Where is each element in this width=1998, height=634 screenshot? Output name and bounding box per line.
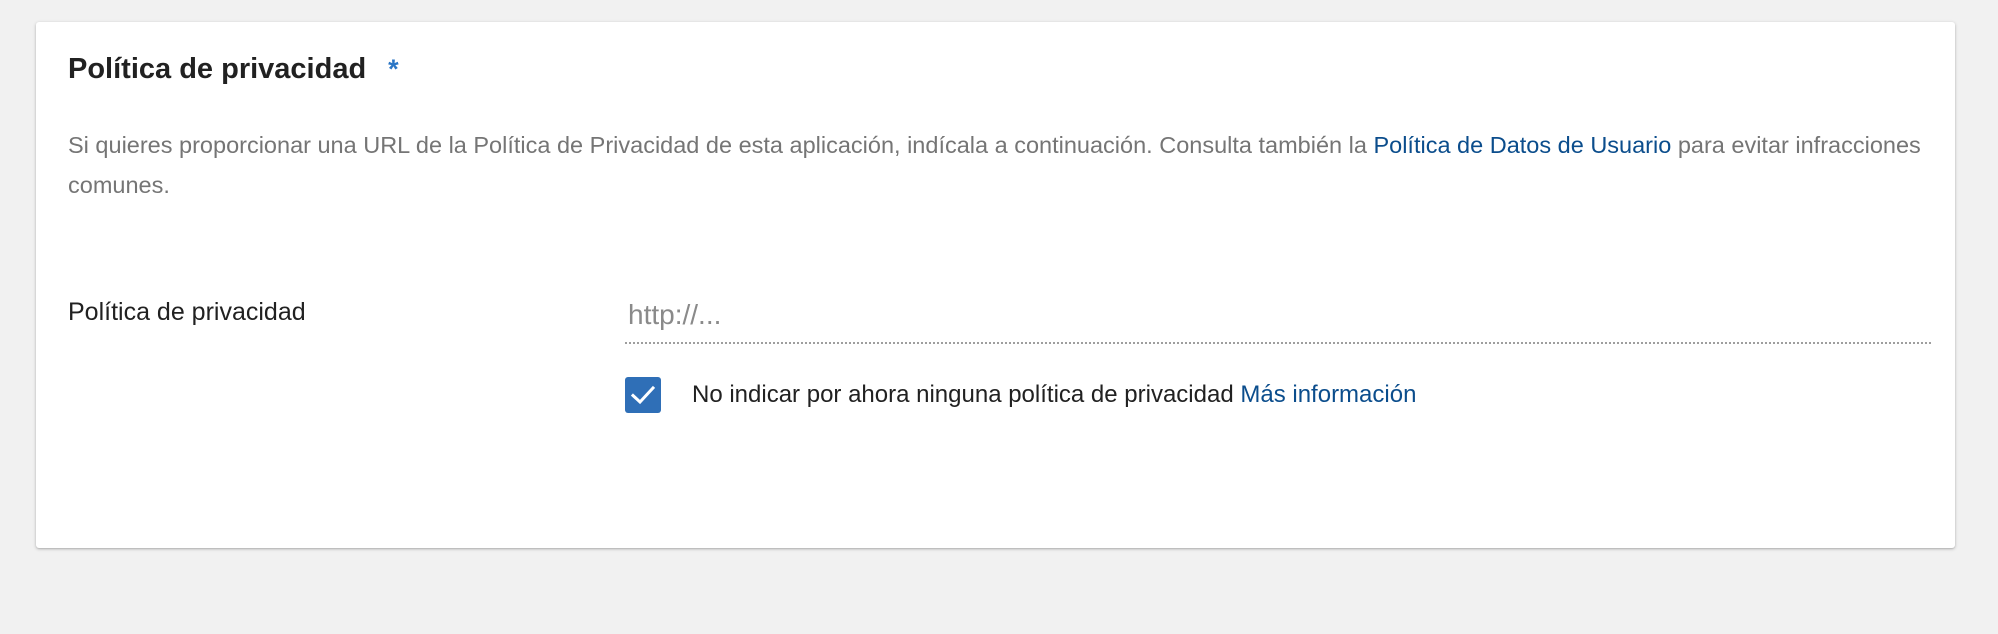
privacy-policy-card: Política de privacidad * Si quieres prop… <box>36 22 1955 548</box>
more-info-link[interactable]: Más información <box>1240 381 1416 408</box>
checkbox-label-text: No indicar por ahora ninguna política de… <box>692 381 1234 408</box>
checkbox-label: No indicar por ahora ninguna política de… <box>692 381 1416 409</box>
no-privacy-policy-checkbox[interactable] <box>625 377 661 413</box>
section-title-text: Política de privacidad <box>68 53 367 85</box>
section-title: Política de privacidad * <box>68 53 399 86</box>
no-privacy-policy-row: No indicar por ahora ninguna política de… <box>625 377 1416 413</box>
required-marker: * <box>388 54 399 84</box>
user-data-policy-link[interactable]: Política de Datos de Usuario <box>1373 132 1671 158</box>
description-text: Si quieres proporcionar una URL de la Po… <box>68 132 1374 158</box>
section-description: Si quieres proporcionar una URL de la Po… <box>68 125 1928 205</box>
checkmark-icon <box>630 385 656 405</box>
privacy-policy-field-label: Política de privacidad <box>68 298 306 326</box>
privacy-policy-url-input[interactable] <box>625 288 1931 344</box>
